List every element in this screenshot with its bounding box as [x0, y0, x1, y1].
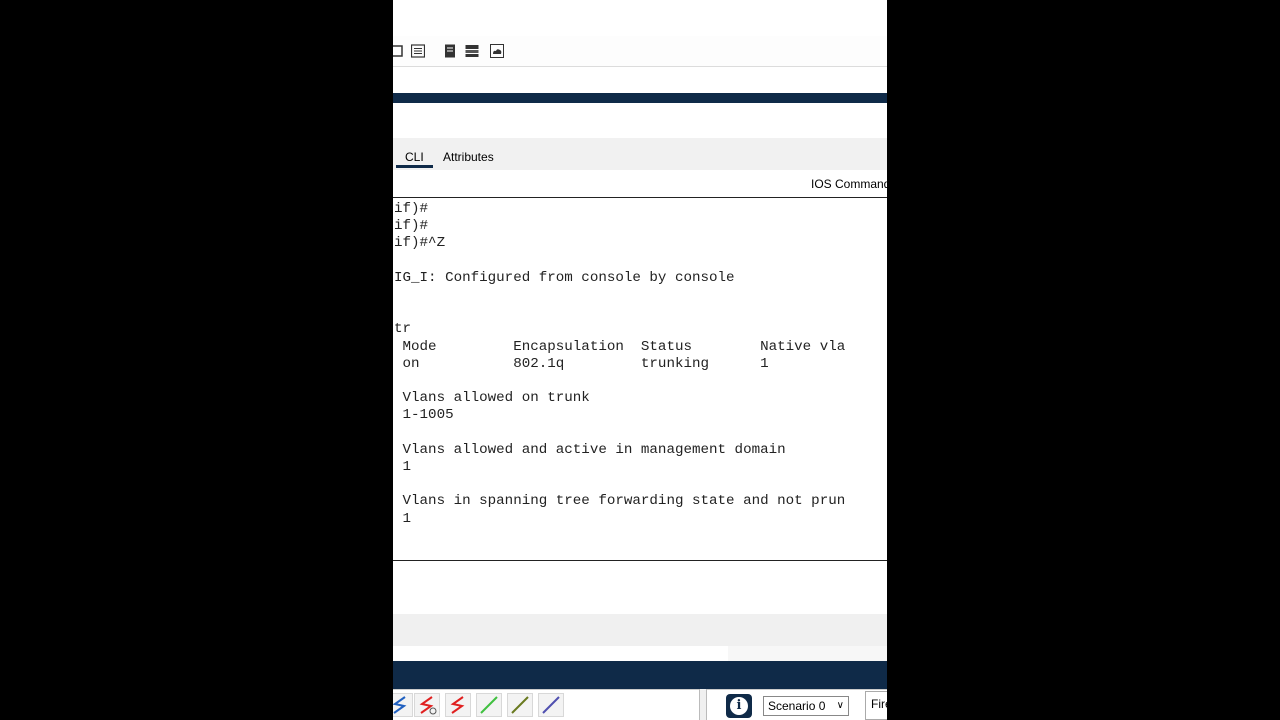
cable-fiber-icon[interactable] [538, 693, 564, 717]
toolbar [393, 36, 887, 67]
cable-serial-dte-icon[interactable] [445, 693, 471, 717]
terminal-actions-area [393, 614, 887, 646]
info-icon: i [730, 697, 748, 715]
cable-copper-straight-icon[interactable] [476, 693, 502, 717]
cli-terminal[interactable]: if)# if)# if)#^Z IG_I: Configured from c… [393, 197, 887, 561]
fire-column-header[interactable]: Fire [865, 691, 887, 720]
list-icon[interactable] [411, 44, 425, 58]
cable-serial-dce-icon[interactable] [414, 693, 440, 717]
device-title-bar [393, 93, 887, 103]
fire-label: Fire [871, 697, 887, 711]
window-icon[interactable] [393, 44, 403, 58]
info-button[interactable]: i [726, 694, 752, 718]
tab-attributes[interactable]: Attributes [443, 150, 494, 164]
chevron-down-icon: ∨ [836, 700, 844, 711]
cloud-icon[interactable] [490, 44, 504, 58]
cable-serial-icon[interactable] [393, 693, 413, 717]
workspace-bar [393, 661, 887, 689]
panel-splitter[interactable] [699, 689, 707, 720]
cable-copper-cross-icon[interactable] [507, 693, 533, 717]
tab-cli[interactable]: CLI [405, 150, 424, 164]
active-tab-indicator [396, 165, 433, 168]
packet-tracer-window: CLI Attributes IOS Command if)# if)# if)… [393, 0, 887, 720]
server-icon[interactable] [465, 44, 479, 58]
scenario-select[interactable]: Scenario 0 ∨ [763, 696, 849, 716]
scenario-value: Scenario 0 [768, 699, 826, 713]
status-area [728, 646, 887, 661]
ios-command-line-label: IOS Command [811, 177, 887, 191]
document-icon[interactable] [443, 44, 457, 58]
terminal-output: if)# if)# if)#^Z IG_I: Configured from c… [394, 201, 846, 527]
